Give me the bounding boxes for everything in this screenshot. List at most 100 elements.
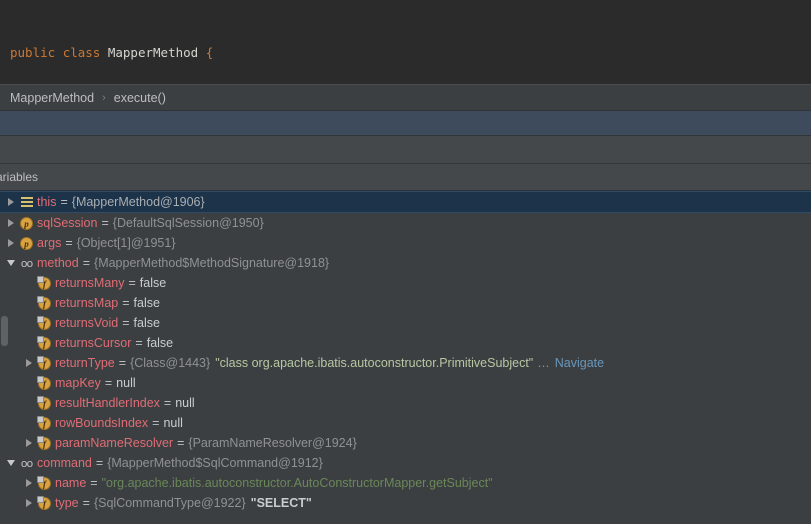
variable-value-boolean: false xyxy=(146,336,174,350)
field-icon: f xyxy=(36,295,53,310)
expand-arrow-icon[interactable] xyxy=(22,479,36,487)
keyword-class: class xyxy=(62,45,101,60)
field-icon: f xyxy=(36,475,53,490)
field-icon: f xyxy=(36,495,53,510)
variable-name: mapKey xyxy=(55,376,101,390)
equals-sign: = xyxy=(177,436,185,450)
variable-name: paramNameResolver xyxy=(55,436,174,450)
variable-reference: {MapperMethod$MethodSignature@1918} xyxy=(94,256,330,270)
field-icon: f xyxy=(36,355,53,370)
variables-scrollbar-track[interactable] xyxy=(0,191,9,524)
expand-arrow-icon[interactable] xyxy=(22,359,36,367)
variable-name: args xyxy=(37,236,62,250)
truncation-ellipsis: … xyxy=(537,356,550,370)
equals-sign: = xyxy=(163,396,172,410)
variable-value-null: null xyxy=(175,396,195,410)
variable-name: returnsMany xyxy=(55,276,125,290)
breadcrumb-item-class[interactable]: MapperMethod xyxy=(10,91,94,105)
variable-name: command xyxy=(37,456,92,470)
debug-toolbar-strip[interactable] xyxy=(0,136,811,164)
variable-name: sqlSession xyxy=(37,216,98,230)
variables-tree[interactable]: this = {MapperMethod@1906} p sqlSession = {Def… xyxy=(0,191,811,524)
variable-value-string: "org.apache.ibatis.autoconstructor.AutoC… xyxy=(101,476,493,490)
variable-row-returnsMap[interactable]: f returnsMap = false xyxy=(0,293,811,313)
field-icon: f xyxy=(36,275,53,290)
field-icon: f xyxy=(36,415,53,430)
field-icon: f xyxy=(36,315,53,330)
variable-row-rowBoundsIndex[interactable]: f rowBoundsIndex = null xyxy=(0,413,811,433)
variable-value-null: null xyxy=(163,416,183,430)
equals-sign: = xyxy=(82,256,91,270)
variable-row-returnsMany[interactable]: f returnsMany = false xyxy=(0,273,811,293)
chevron-right-icon: › xyxy=(102,91,106,104)
variable-row-returnsCursor[interactable]: f returnsCursor = false xyxy=(0,333,811,353)
variable-value-boolean: false xyxy=(133,296,160,310)
field-icon: f xyxy=(36,375,53,390)
object-group-icon: oo xyxy=(20,456,34,470)
equals-sign: = xyxy=(95,456,104,470)
lines-icon xyxy=(18,196,35,208)
variable-reference: {Class@1443} xyxy=(130,356,211,370)
parameter-icon: p xyxy=(18,216,35,230)
variable-row-sqlSession[interactable]: p sqlSession = {DefaultSqlSession@1950} xyxy=(0,213,811,233)
variable-value-enum: "SELECT" xyxy=(250,496,312,510)
variable-row-returnsVoid[interactable]: f returnsVoid = false xyxy=(0,313,811,333)
variable-row-mapKey[interactable]: f mapKey = null xyxy=(0,373,811,393)
variable-name: rowBoundsIndex xyxy=(55,416,149,430)
field-icon: f xyxy=(36,435,53,450)
variable-reference: {ParamNameResolver@1924} xyxy=(188,436,357,450)
variable-reference: {SqlCommandType@1922} xyxy=(93,496,246,510)
breadcrumb: MapperMethod › execute() xyxy=(0,84,811,110)
variable-row-method[interactable]: oo method = {MapperMethod$MethodSignature@1… xyxy=(0,253,811,273)
space-2 xyxy=(100,45,108,60)
equals-sign: = xyxy=(104,376,113,390)
breadcrumb-item-method[interactable]: execute() xyxy=(114,91,166,105)
variable-name: returnsMap xyxy=(55,296,119,310)
equals-sign: = xyxy=(128,276,136,290)
equals-sign: = xyxy=(90,476,98,490)
code-line-1: public class MapperMethod { xyxy=(0,43,811,63)
variable-reference: {MapperMethod@1906} xyxy=(71,195,205,209)
navigate-link[interactable]: Navigate xyxy=(555,353,604,373)
expand-arrow-icon[interactable] xyxy=(22,499,36,507)
parameter-icon: p xyxy=(18,236,35,250)
debug-panel-tabs: ariables xyxy=(0,164,811,191)
variable-row-name[interactable]: f name = "org.apache.ibatis.autoconstructor… xyxy=(0,473,811,493)
class-name: MapperMethod xyxy=(107,45,199,60)
equals-sign: = xyxy=(152,416,160,430)
object-group-icon: oo xyxy=(20,256,34,270)
variable-row-command[interactable]: oo command = {MapperMethod$SqlCommand@1912} xyxy=(0,453,811,473)
variable-value-boolean: false xyxy=(133,316,160,330)
variable-reference: {MapperMethod$SqlCommand@1912} xyxy=(107,456,323,470)
variable-row-this[interactable]: this = {MapperMethod@1906} xyxy=(0,191,811,213)
variable-reference: {Object[1]@1951} xyxy=(76,236,176,250)
equals-sign: = xyxy=(60,195,68,209)
variables-scrollbar-thumb[interactable] xyxy=(1,316,8,346)
variable-name: returnType xyxy=(55,356,115,370)
variable-row-paramNameResolver[interactable]: f paramNameResolver = {ParamNameResolver@19… xyxy=(0,433,811,453)
variable-reference: {DefaultSqlSession@1950} xyxy=(112,216,264,230)
equals-sign: = xyxy=(135,336,143,350)
variable-name: returnsVoid xyxy=(55,316,119,330)
space-1 xyxy=(55,45,63,60)
equals-sign: = xyxy=(122,316,130,330)
code-editor[interactable]: public class MapperMethod { private fina… xyxy=(0,0,811,84)
field-icon: f xyxy=(36,395,53,410)
expand-arrow-icon[interactable] xyxy=(22,439,36,447)
tab-variables[interactable]: ariables xyxy=(0,170,38,184)
variable-value-null: null xyxy=(116,376,136,390)
ide-debugger-window: public class MapperMethod { private fina… xyxy=(0,0,811,524)
variable-name: name xyxy=(55,476,87,490)
variable-row-type[interactable]: f type = {SqlCommandType@1922} "SELECT" xyxy=(0,493,811,513)
equals-sign: = xyxy=(118,356,127,370)
variable-value-boolean: false xyxy=(139,276,167,290)
open-brace: { xyxy=(205,45,214,60)
variable-row-resultHandlerIndex[interactable]: f resultHandlerIndex = null xyxy=(0,393,811,413)
equals-sign: = xyxy=(101,216,109,230)
variable-name: type xyxy=(55,496,79,510)
variable-row-returnType[interactable]: f returnType = {Class@1443} "class org.apach… xyxy=(0,353,811,373)
variable-name: returnsCursor xyxy=(55,336,132,350)
space-3 xyxy=(198,45,206,60)
variable-name: this xyxy=(37,195,57,209)
variable-row-args[interactable]: p args = {Object[1]@1951} xyxy=(0,233,811,253)
